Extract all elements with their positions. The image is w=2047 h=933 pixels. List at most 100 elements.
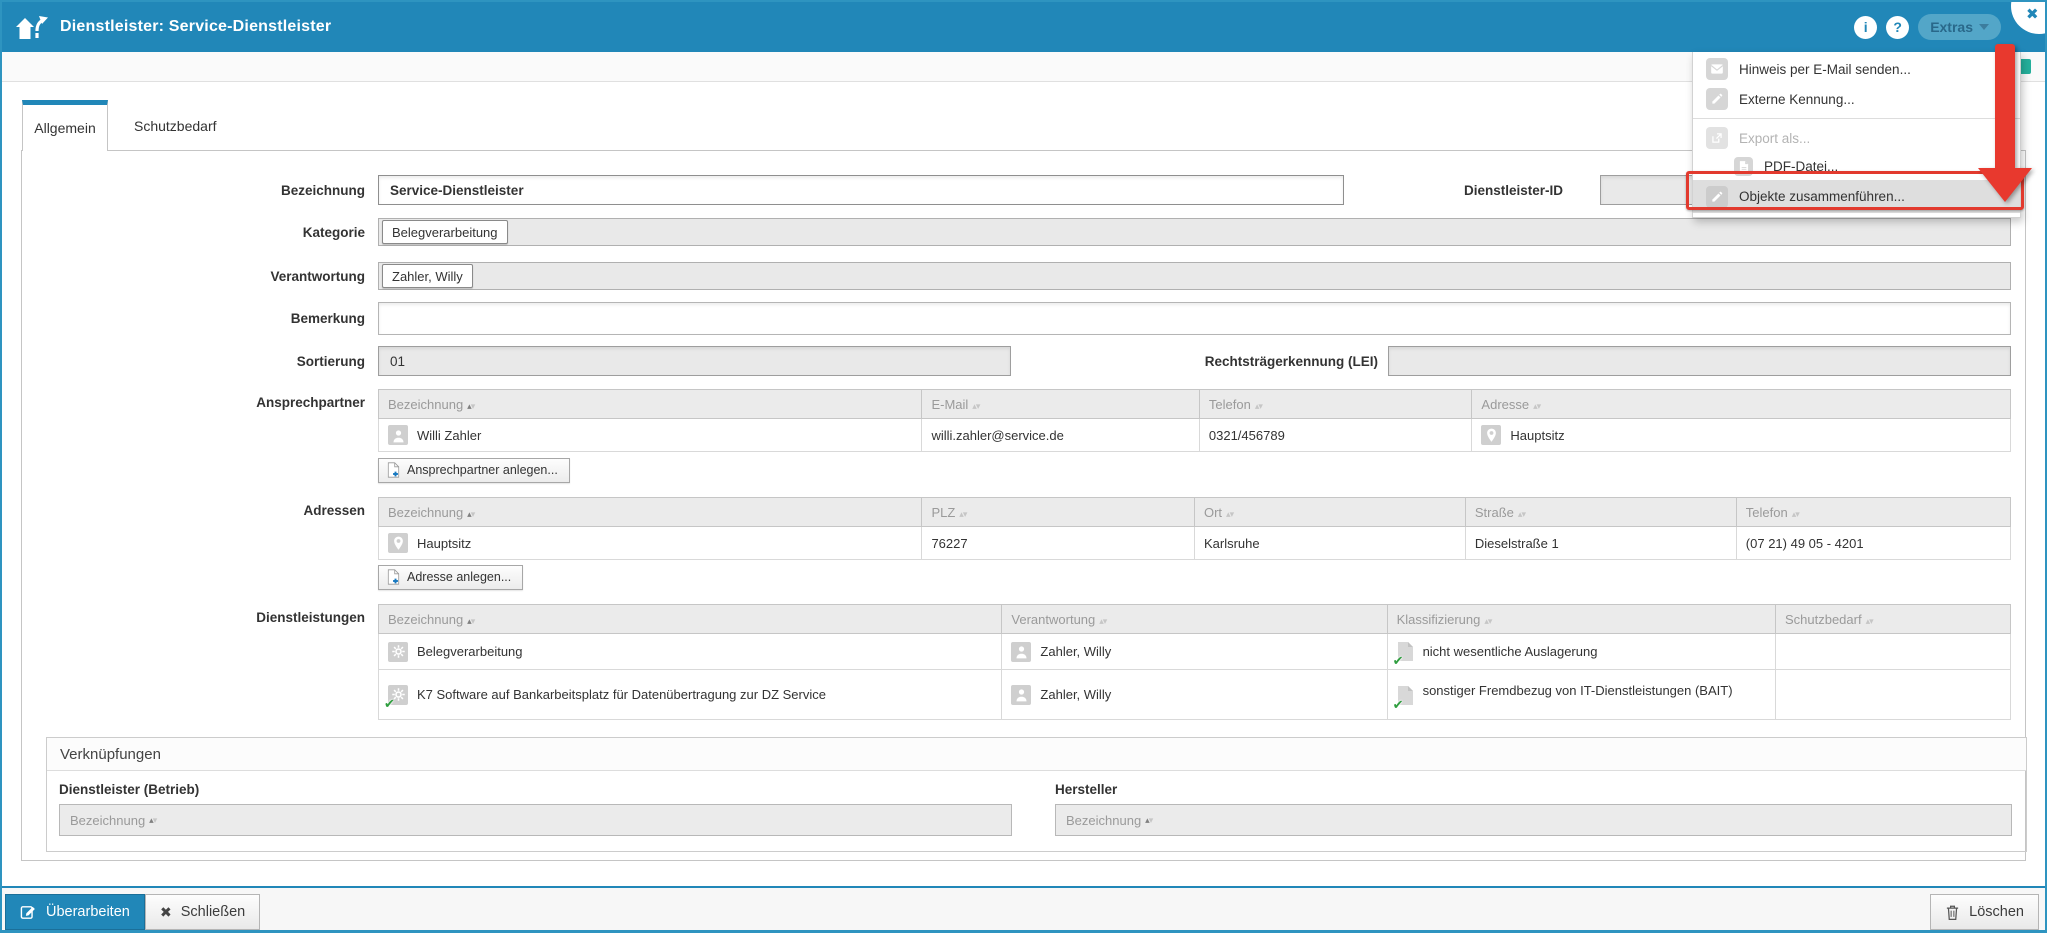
edit-icon [1706, 88, 1728, 110]
tab-schutzbedarf[interactable]: Schutzbedarf [108, 100, 243, 151]
col-header-telefon[interactable]: Telefon▴▾ [1199, 390, 1472, 419]
ansprechpartner-table: Bezeichnung▴▾ E-Mail▴▾ Telefon▴▾ Adresse… [378, 389, 2011, 452]
lei-label: Rechtsträgerkennung (LEI) [1011, 354, 1378, 369]
close-icon: ✖ [2026, 5, 2039, 23]
location-icon [388, 533, 408, 553]
address-telefon: (07 21) 49 05 - 4201 [1746, 536, 1864, 551]
bezeichnung-input[interactable] [378, 175, 1344, 205]
ansprechpartner-anlegen-button[interactable]: Ansprechpartner anlegen... [378, 458, 570, 483]
schliessen-button[interactable]: ✖ Schließen [145, 894, 260, 930]
address-name: Hauptsitz [417, 536, 471, 551]
col-header-bezeichnung[interactable]: Bezeichnung▴▾ [379, 390, 922, 419]
adresse-anlegen-button[interactable]: Adresse anlegen... [378, 565, 523, 590]
verknuepfungen-title: Verknüpfungen [47, 738, 2026, 771]
dienstleister-home-icon [15, 11, 49, 43]
adressen-table: Bezeichnung▴▾ PLZ▴▾ Ort▴▾ Straße▴▾ Telef… [378, 497, 2011, 560]
col-header-email[interactable]: E-Mail▴▾ [922, 390, 1199, 419]
col-header-ort[interactable]: Ort▴▾ [1194, 498, 1465, 527]
lei-input[interactable] [1388, 346, 2011, 376]
add-document-icon [387, 462, 400, 478]
address-plz: 76227 [931, 536, 967, 551]
ueberarbeiten-button[interactable]: Überarbeiten [5, 894, 145, 930]
sortierung-label: Sortierung [22, 354, 365, 369]
dienstleister-id-label: Dienstleister-ID [1344, 183, 1563, 198]
menu-item-externe-kennung[interactable]: Externe Kennung... [1693, 84, 2020, 114]
chevron-down-icon [1979, 24, 1989, 30]
window-close-button[interactable]: ✖ [2011, 0, 2047, 34]
bemerkung-label: Bemerkung [22, 311, 365, 326]
contact-phone: 0321/456789 [1209, 428, 1285, 443]
footer-bar: Überarbeiten ✖ Schließen Löschen [2, 886, 2045, 933]
trash-icon [1945, 904, 1960, 921]
person-icon [1011, 685, 1031, 705]
adressen-label: Adressen [22, 497, 365, 518]
contact-email: willi.zahler@service.de [931, 428, 1063, 443]
dienstleistungen-table: Bezeichnung▴▾ Verantwortung▴▾ Klassifizi… [378, 604, 2011, 720]
email-icon [1706, 58, 1728, 80]
menu-item-export-als[interactable]: Export als... [1693, 123, 2020, 153]
edit-pencil-icon [20, 904, 37, 921]
verantwortung-field[interactable]: Zahler, Willy [378, 262, 2011, 290]
extras-button[interactable]: Extras [1918, 14, 2001, 40]
table-row[interactable]: ✔ K7 Software auf Bankarbeitsplatz für D… [379, 670, 2011, 720]
help-icon[interactable]: ? [1886, 16, 1909, 39]
service-name: K7 Software auf Bankarbeitsplatz für Dat… [417, 687, 826, 702]
verknuepfungen-section: Verknüpfungen Dienstleister (Betrieb) Be… [46, 737, 2027, 852]
hersteller-label: Hersteller [1055, 782, 2012, 797]
table-row[interactable]: Belegverarbeitung Zahler, Willy ✔ [379, 634, 2011, 670]
content-panel: Bezeichnung Dienstleister-ID Kategorie B… [21, 150, 2026, 861]
location-icon [1481, 425, 1501, 445]
title-bar: Dienstleister: Service-Dienstleister i ?… [2, 2, 2045, 52]
col-header-adresse[interactable]: Adresse▴▾ [1472, 390, 2011, 419]
service-classification: nicht wesentliche Auslagerung [1423, 644, 1598, 659]
bezeichnung-label: Bezeichnung [22, 183, 365, 198]
service-name: Belegverarbeitung [417, 644, 523, 659]
table-row[interactable]: Hauptsitz 76227 Karlsruhe Dieselstraße 1… [379, 527, 2011, 560]
col-header-klassifizierung[interactable]: Klassifizierung▴▾ [1387, 605, 1775, 634]
close-x-icon: ✖ [160, 904, 172, 921]
service-owner: Zahler, Willy [1040, 687, 1111, 702]
contact-name: Willi Zahler [417, 428, 481, 443]
ansprechpartner-label: Ansprechpartner [22, 389, 365, 410]
service-gear-check-icon: ✔ [388, 685, 408, 705]
classification-check-icon: ✔ [1397, 641, 1414, 662]
kategorie-label: Kategorie [22, 225, 365, 240]
page-title: Dienstleister: Service-Dienstleister [60, 18, 331, 36]
export-icon [1706, 127, 1728, 149]
bemerkung-input[interactable] [378, 302, 2011, 335]
col-header-strasse[interactable]: Straße▴▾ [1465, 498, 1736, 527]
kategorie-field[interactable]: Belegverarbeitung [378, 218, 2011, 246]
col-header-bezeichnung[interactable]: Bezeichnung▴▾ [379, 605, 1002, 634]
service-classification: sonstiger Fremdbezug von IT-Dienstleistu… [1423, 683, 1733, 698]
dienstleister-betrieb-label: Dienstleister (Betrieb) [59, 782, 1012, 797]
col-header-verantwortung[interactable]: Verantwortung▴▾ [1002, 605, 1387, 634]
table-row[interactable]: Willi Zahler willi.zahler@service.de 032… [379, 419, 2011, 452]
kategorie-chip: Belegverarbeitung [382, 220, 508, 244]
sortierung-input[interactable] [378, 346, 1011, 376]
tab-allgemein[interactable]: Allgemein [22, 100, 108, 151]
verantwortung-label: Verantwortung [22, 269, 365, 284]
service-owner: Zahler, Willy [1040, 644, 1111, 659]
dienstleistungen-label: Dienstleistungen [22, 604, 365, 625]
annotation-highlight-box [1686, 171, 2024, 210]
address-strasse: Dieselstraße 1 [1475, 536, 1559, 551]
col-header-schutzbedarf[interactable]: Schutzbedarf▴▾ [1775, 605, 2010, 634]
verantwortung-chip: Zahler, Willy [382, 264, 473, 288]
contact-address: Hauptsitz [1510, 428, 1564, 443]
app-window: Dienstleister: Service-Dienstleister i ?… [0, 0, 2047, 933]
menu-separator [1693, 118, 2020, 119]
col-header-plz[interactable]: PLZ▴▾ [922, 498, 1195, 527]
service-gear-icon [388, 642, 408, 662]
info-icon[interactable]: i [1854, 16, 1877, 39]
hersteller-column-header[interactable]: Bezeichnung▴▾ [1055, 804, 2012, 836]
loeschen-button[interactable]: Löschen [1930, 894, 2039, 930]
address-ort: Karlsruhe [1204, 536, 1260, 551]
person-icon [1011, 642, 1031, 662]
col-header-bezeichnung[interactable]: Bezeichnung▴▾ [379, 498, 922, 527]
extras-label: Extras [1930, 19, 1973, 35]
menu-item-hinweis-email[interactable]: Hinweis per E-Mail senden... [1693, 54, 2020, 84]
col-header-telefon[interactable]: Telefon▴▾ [1736, 498, 2010, 527]
dienstleister-betrieb-column-header[interactable]: Bezeichnung▴▾ [59, 804, 1012, 836]
person-icon [388, 425, 408, 445]
add-document-icon [387, 569, 400, 585]
